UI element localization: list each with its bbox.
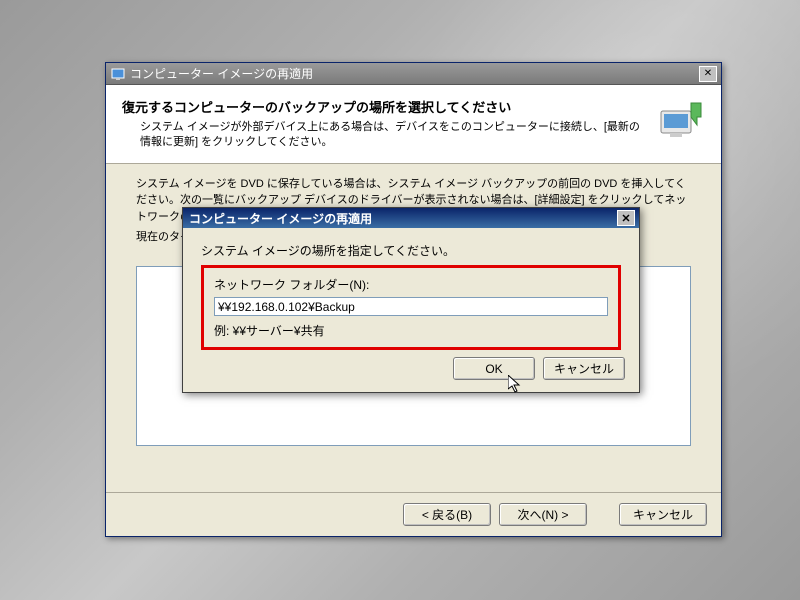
back-button[interactable]: < 戻る(B): [403, 503, 491, 526]
wizard-titlebar[interactable]: コンピューター イメージの再適用 ✕: [106, 63, 721, 85]
highlighted-input-area: ネットワーク フォルダー(N): 例: ¥¥サーバー¥共有: [201, 265, 621, 350]
backup-icon: [657, 97, 705, 145]
close-button[interactable]: ✕: [699, 66, 717, 82]
folder-label: ネットワーク フォルダー(N):: [214, 276, 608, 293]
system-icon: [110, 66, 126, 82]
network-folder-dialog: コンピューター イメージの再適用 ✕ システム イメージの場所を指定してください…: [182, 207, 640, 393]
wizard-header: 復元するコンピューターのバックアップの場所を選択してください システム イメージ…: [106, 85, 721, 164]
page-subtitle: システム イメージが外部デバイス上にある場合は、デバイスをこのコンピューターに接…: [122, 120, 649, 151]
dialog-cancel-button[interactable]: キャンセル: [543, 357, 625, 380]
dialog-titlebar[interactable]: コンピューター イメージの再適用 ✕: [183, 208, 639, 228]
dialog-close-button[interactable]: ✕: [617, 210, 635, 226]
page-title: 復元するコンピューターのバックアップの場所を選択してください: [122, 97, 649, 116]
next-button[interactable]: 次へ(N) >: [499, 503, 587, 526]
dialog-instruction: システム イメージの場所を指定してください。: [201, 242, 621, 259]
cancel-button[interactable]: キャンセル: [619, 503, 707, 526]
wizard-button-bar: < 戻る(B) 次へ(N) > キャンセル: [106, 492, 721, 536]
folder-example: 例: ¥¥サーバー¥共有: [214, 322, 608, 339]
ok-button[interactable]: OK: [453, 357, 535, 380]
dialog-title: コンピューター イメージの再適用: [187, 210, 617, 227]
network-folder-input[interactable]: [214, 297, 608, 316]
wizard-title: コンピューター イメージの再適用: [130, 65, 313, 82]
